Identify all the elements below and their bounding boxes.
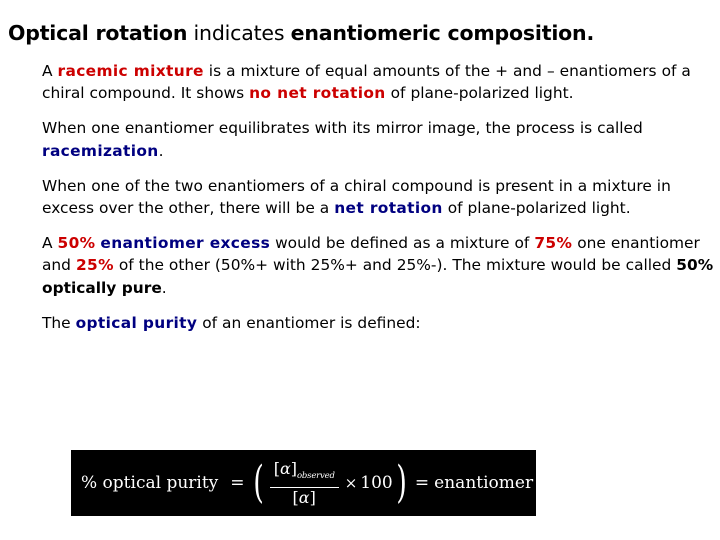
run-text: of an enantiomer is defined: — [197, 313, 421, 332]
run-text: The — [42, 313, 76, 332]
title-segment-bold-1: Optical rotation — [8, 21, 188, 45]
formula-left-label: % optical purity — [81, 473, 219, 493]
slide-canvas: Optical rotation indicates enantiomeric … — [0, 0, 720, 540]
formula-factor: 100 — [360, 473, 393, 493]
formula-equals-sign-2: = — [414, 473, 430, 493]
page-title: Optical rotation indicates enantiomeric … — [8, 21, 712, 45]
highlight-seventyfive-percent: 75% — [534, 234, 573, 253]
highlight-net-rotation: net rotation — [334, 199, 443, 218]
formula-denominator: [α] — [289, 489, 320, 506]
highlight-optical-purity: optical purity — [75, 313, 198, 332]
paragraph-racemization: When one enantiomer equilibrates with it… — [42, 117, 717, 161]
run-text: of plane-polarized light. — [442, 199, 631, 218]
body-content: A racemic mixture is a mixture of equal … — [42, 60, 717, 334]
multiply-sign: × — [344, 474, 358, 492]
paragraph-enantiomer-excess: A 50% enantiomer excess would be defined… — [42, 232, 717, 299]
paragraph-optical-purity: The optical purity of an enantiomer is d… — [42, 312, 717, 334]
run-text: of the other (50%+ with 25%+ and 25%-). … — [113, 256, 677, 275]
alpha-symbol: α — [298, 487, 310, 507]
alpha-symbol: α — [279, 459, 291, 479]
run-text: of plane-polarized light. — [385, 84, 574, 103]
bracket-close: ] — [309, 487, 316, 507]
formula-open-paren: ( — [252, 457, 264, 509]
paragraph-racemic-mixture: A racemic mixture is a mixture of equal … — [42, 60, 717, 104]
formula-numerator: [α]observed — [270, 460, 339, 485]
formula-close-paren: ) — [396, 457, 407, 509]
optical-purity-formula-image: % optical purity = ( [α]observed [α] × 1… — [71, 450, 536, 516]
highlight-fifty-percent: 50% — [57, 234, 96, 253]
run-text: When one enantiomer equilibrates with it… — [42, 119, 643, 138]
run-text: . — [161, 278, 167, 297]
run-text: . — [158, 141, 164, 160]
run-text: A — [42, 62, 58, 80]
formula-subscript-observed: observed — [297, 471, 335, 482]
highlight-racemic-mixture: racemic mixture — [57, 62, 204, 80]
formula-right-label: enantiomer excess — [434, 473, 536, 493]
highlight-enantiomer-excess: enantiomer excess — [100, 234, 271, 253]
highlight-racemization: racemization — [42, 141, 159, 160]
highlight-twentyfive-percent: 25% — [75, 256, 114, 275]
formula-fraction: [α]observed [α] — [269, 460, 339, 506]
run-text: A — [42, 234, 58, 253]
run-text: would be defined as a mixture of — [270, 234, 535, 253]
formula-expression: % optical purity = ( [α]observed [α] × 1… — [81, 460, 536, 505]
highlight-no-net-rotation: no net rotation — [249, 84, 386, 103]
formula-equals-sign-1: = — [230, 473, 245, 493]
title-segment-bold-2: enantiomeric composition. — [290, 21, 595, 45]
paragraph-net-rotation: When one of the two enantiomers of a chi… — [42, 175, 717, 219]
title-segment-regular: indicates — [187, 21, 291, 45]
